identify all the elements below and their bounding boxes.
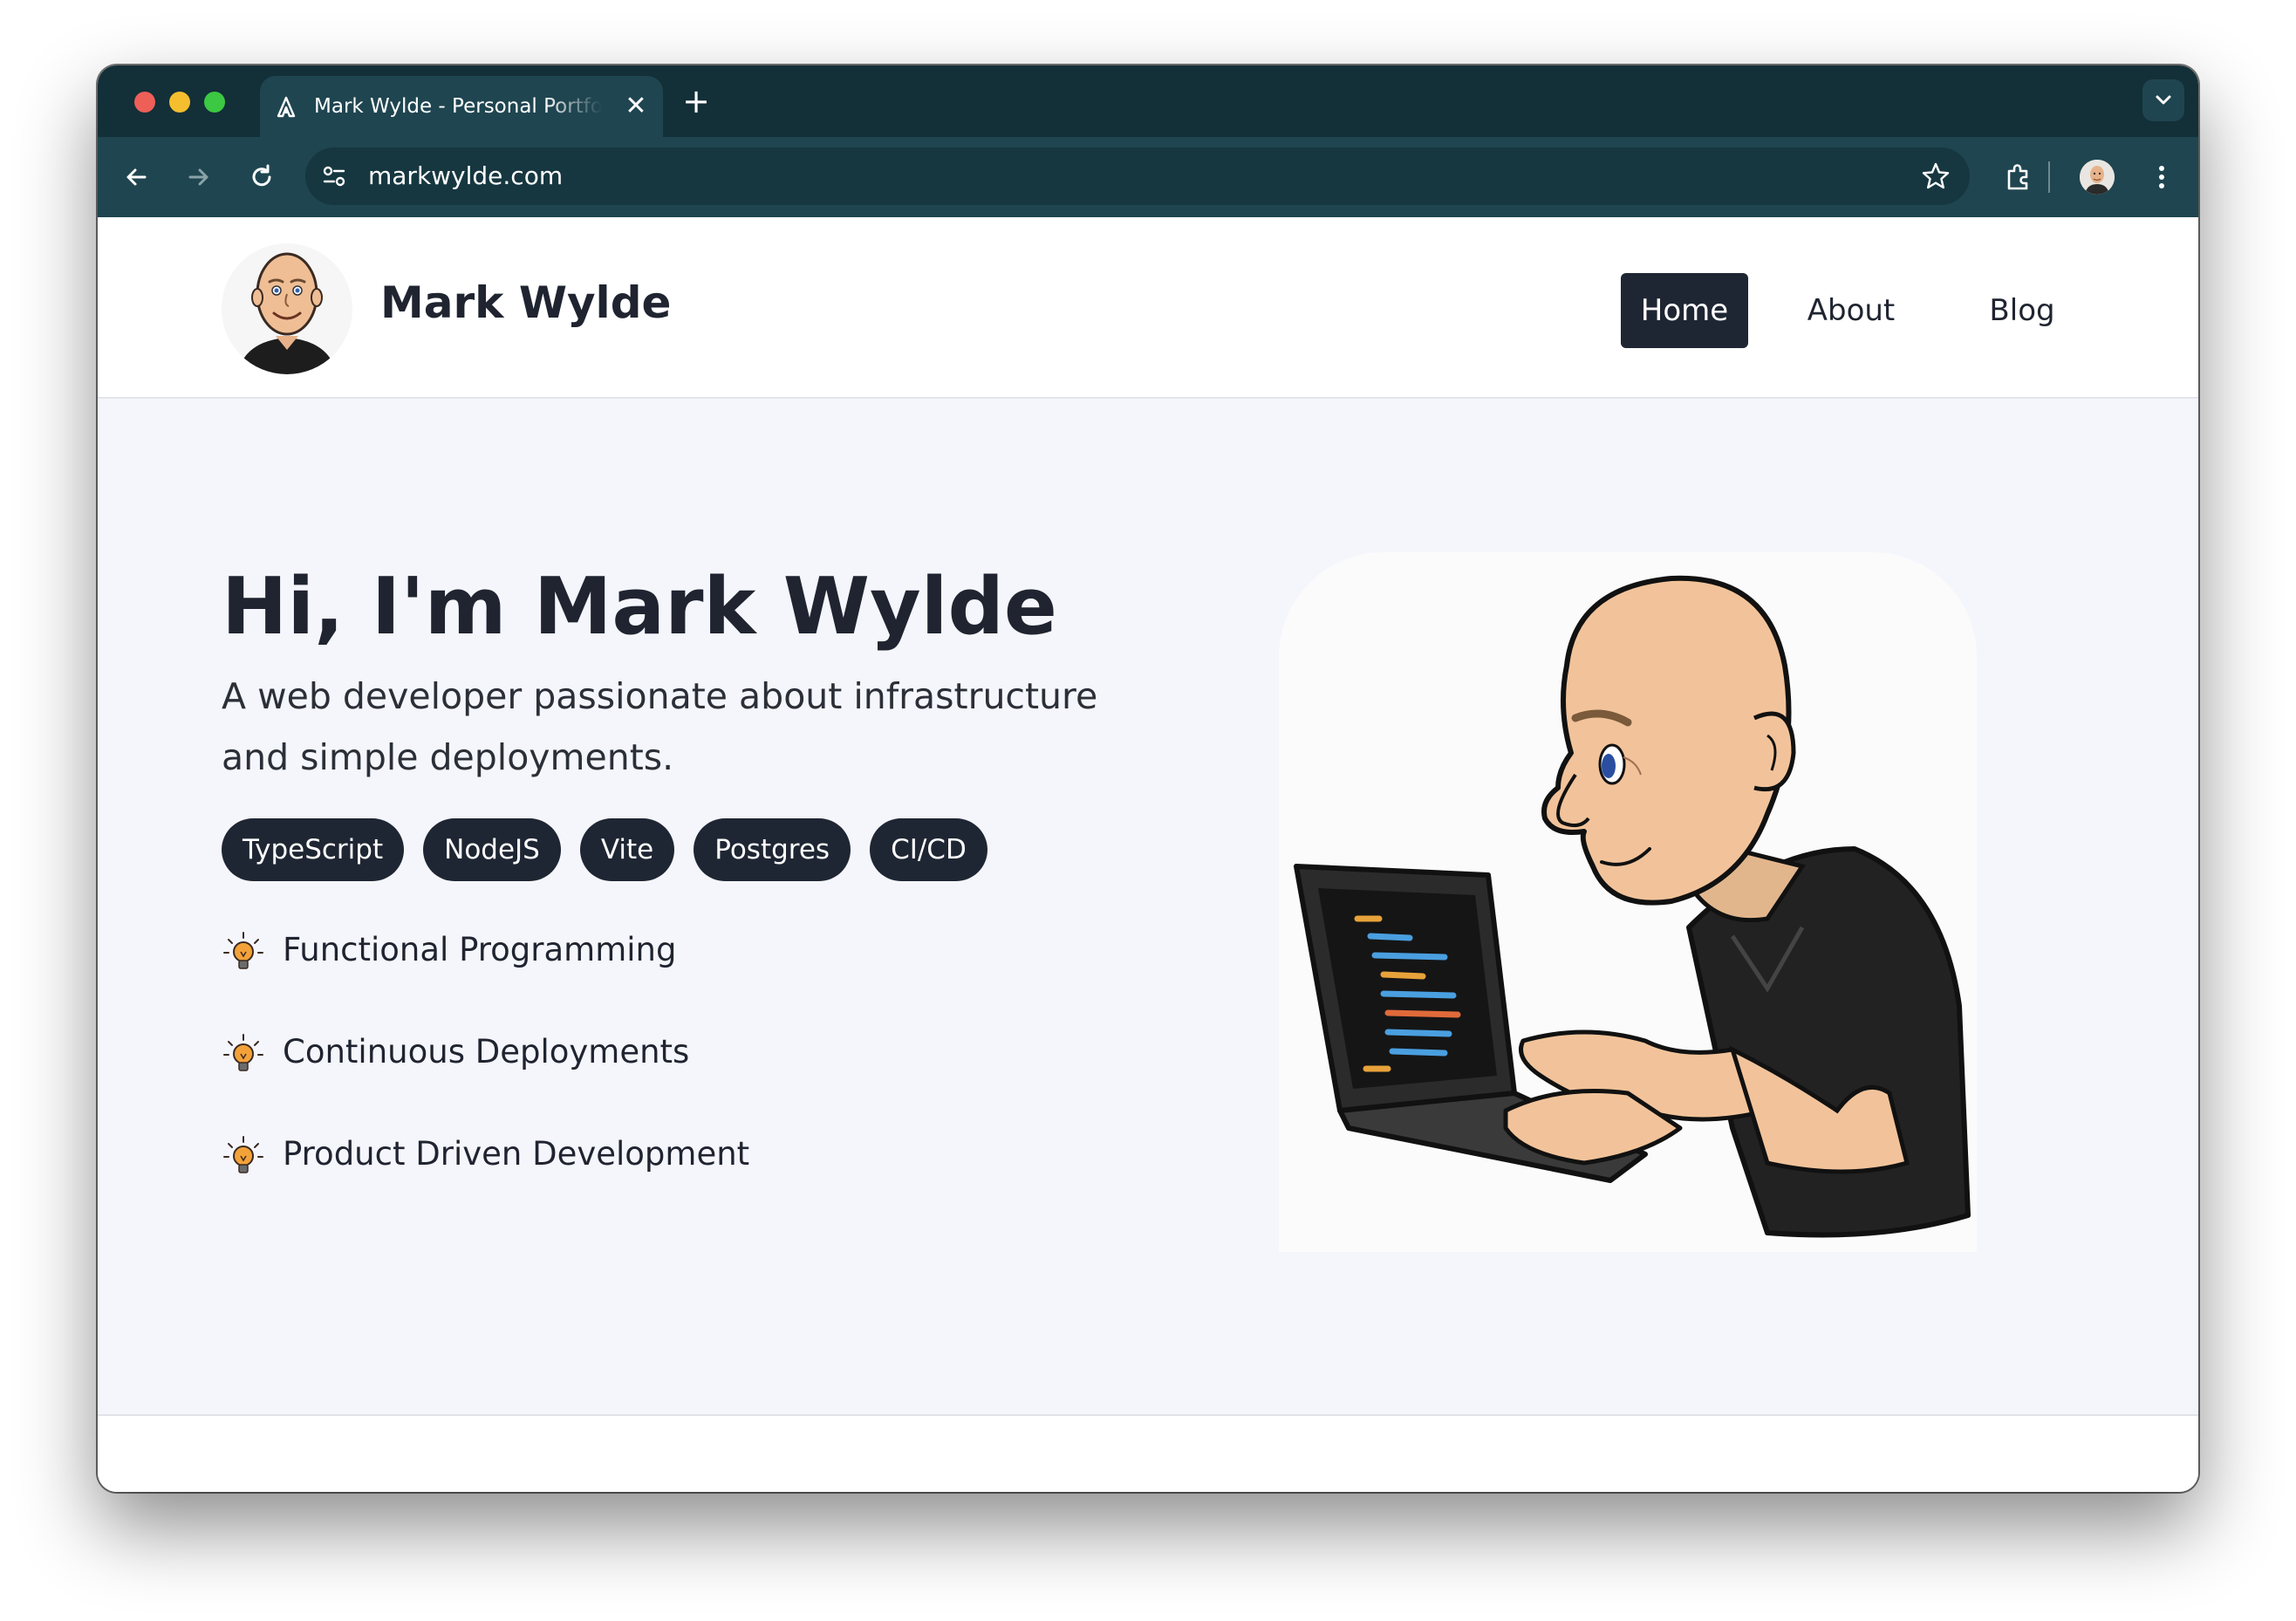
minimize-window-button[interactable] — [169, 92, 190, 113]
page-title: Hi, I'm Mark Wylde — [222, 561, 1057, 653]
new-tab-button[interactable]: + — [680, 85, 712, 118]
nav-about[interactable]: About — [1794, 273, 1909, 348]
site-header: Mark Wylde Home About Blog — [98, 217, 2198, 399]
extensions-icon[interactable] — [2001, 160, 2036, 195]
back-arrow-icon[interactable] — [119, 160, 154, 195]
chevron-down-icon — [2156, 95, 2171, 105]
tab-strip: Mark Wylde - Personal Portfolio ✕ + — [98, 65, 2198, 137]
feature-label: Continuous Deployments — [283, 1033, 690, 1070]
toolbar-divider — [2048, 161, 2050, 193]
avatar[interactable] — [222, 243, 352, 374]
site-settings-icon[interactable] — [319, 161, 349, 191]
hero-section: Hi, I'm Mark Wylde A web developer passi… — [98, 399, 2198, 1416]
lightbulb-icon — [223, 932, 263, 969]
skill-chip: TypeScript — [222, 818, 405, 881]
zoom-window-button[interactable] — [204, 92, 225, 113]
skill-chip: NodeJS — [423, 818, 561, 881]
profile-avatar[interactable] — [2080, 160, 2115, 195]
nav-home[interactable]: Home — [1621, 273, 1748, 348]
skill-chips: TypeScript NodeJS Vite Postgres CI/CD — [222, 818, 987, 881]
feature-label: Functional Programming — [283, 931, 677, 968]
tab-active[interactable]: Mark Wylde - Personal Portfolio ✕ — [260, 76, 663, 137]
hero-subtitle: A web developer passionate about infrast… — [222, 675, 1098, 778]
browser-window: Mark Wylde - Personal Portfolio ✕ + mark… — [98, 65, 2198, 1492]
more-menu-icon[interactable] — [2144, 160, 2179, 195]
nav-blog[interactable]: Blog — [1975, 273, 2069, 348]
browser-toolbar: markwylde.com — [98, 137, 2198, 217]
developer-illustration — [1279, 552, 1977, 1252]
forward-arrow-icon[interactable] — [181, 160, 216, 195]
site-favicon-icon — [277, 96, 296, 118]
skill-chip: Vite — [579, 818, 675, 881]
url-text[interactable]: markwylde.com — [368, 161, 563, 191]
skill-chip: CI/CD — [870, 818, 987, 881]
close-window-button[interactable] — [134, 92, 155, 113]
tab-close-icon[interactable]: ✕ — [623, 93, 649, 120]
address-bar[interactable]: markwylde.com — [305, 147, 1970, 205]
bookmark-star-icon[interactable] — [1919, 160, 1952, 193]
skill-chip: Postgres — [694, 818, 851, 881]
site-title[interactable]: Mark Wylde — [380, 275, 671, 331]
reload-icon[interactable] — [244, 160, 279, 195]
feature-label: Product Driven Development — [283, 1135, 750, 1173]
tab-search-button[interactable] — [2142, 79, 2184, 121]
web-page: Mark Wylde Home About Blog Hi, I'm Mark … — [98, 217, 2198, 1492]
lightbulb-icon — [223, 1034, 263, 1071]
tab-title: Mark Wylde - Personal Portfolio — [314, 95, 602, 118]
lightbulb-icon — [223, 1136, 263, 1173]
